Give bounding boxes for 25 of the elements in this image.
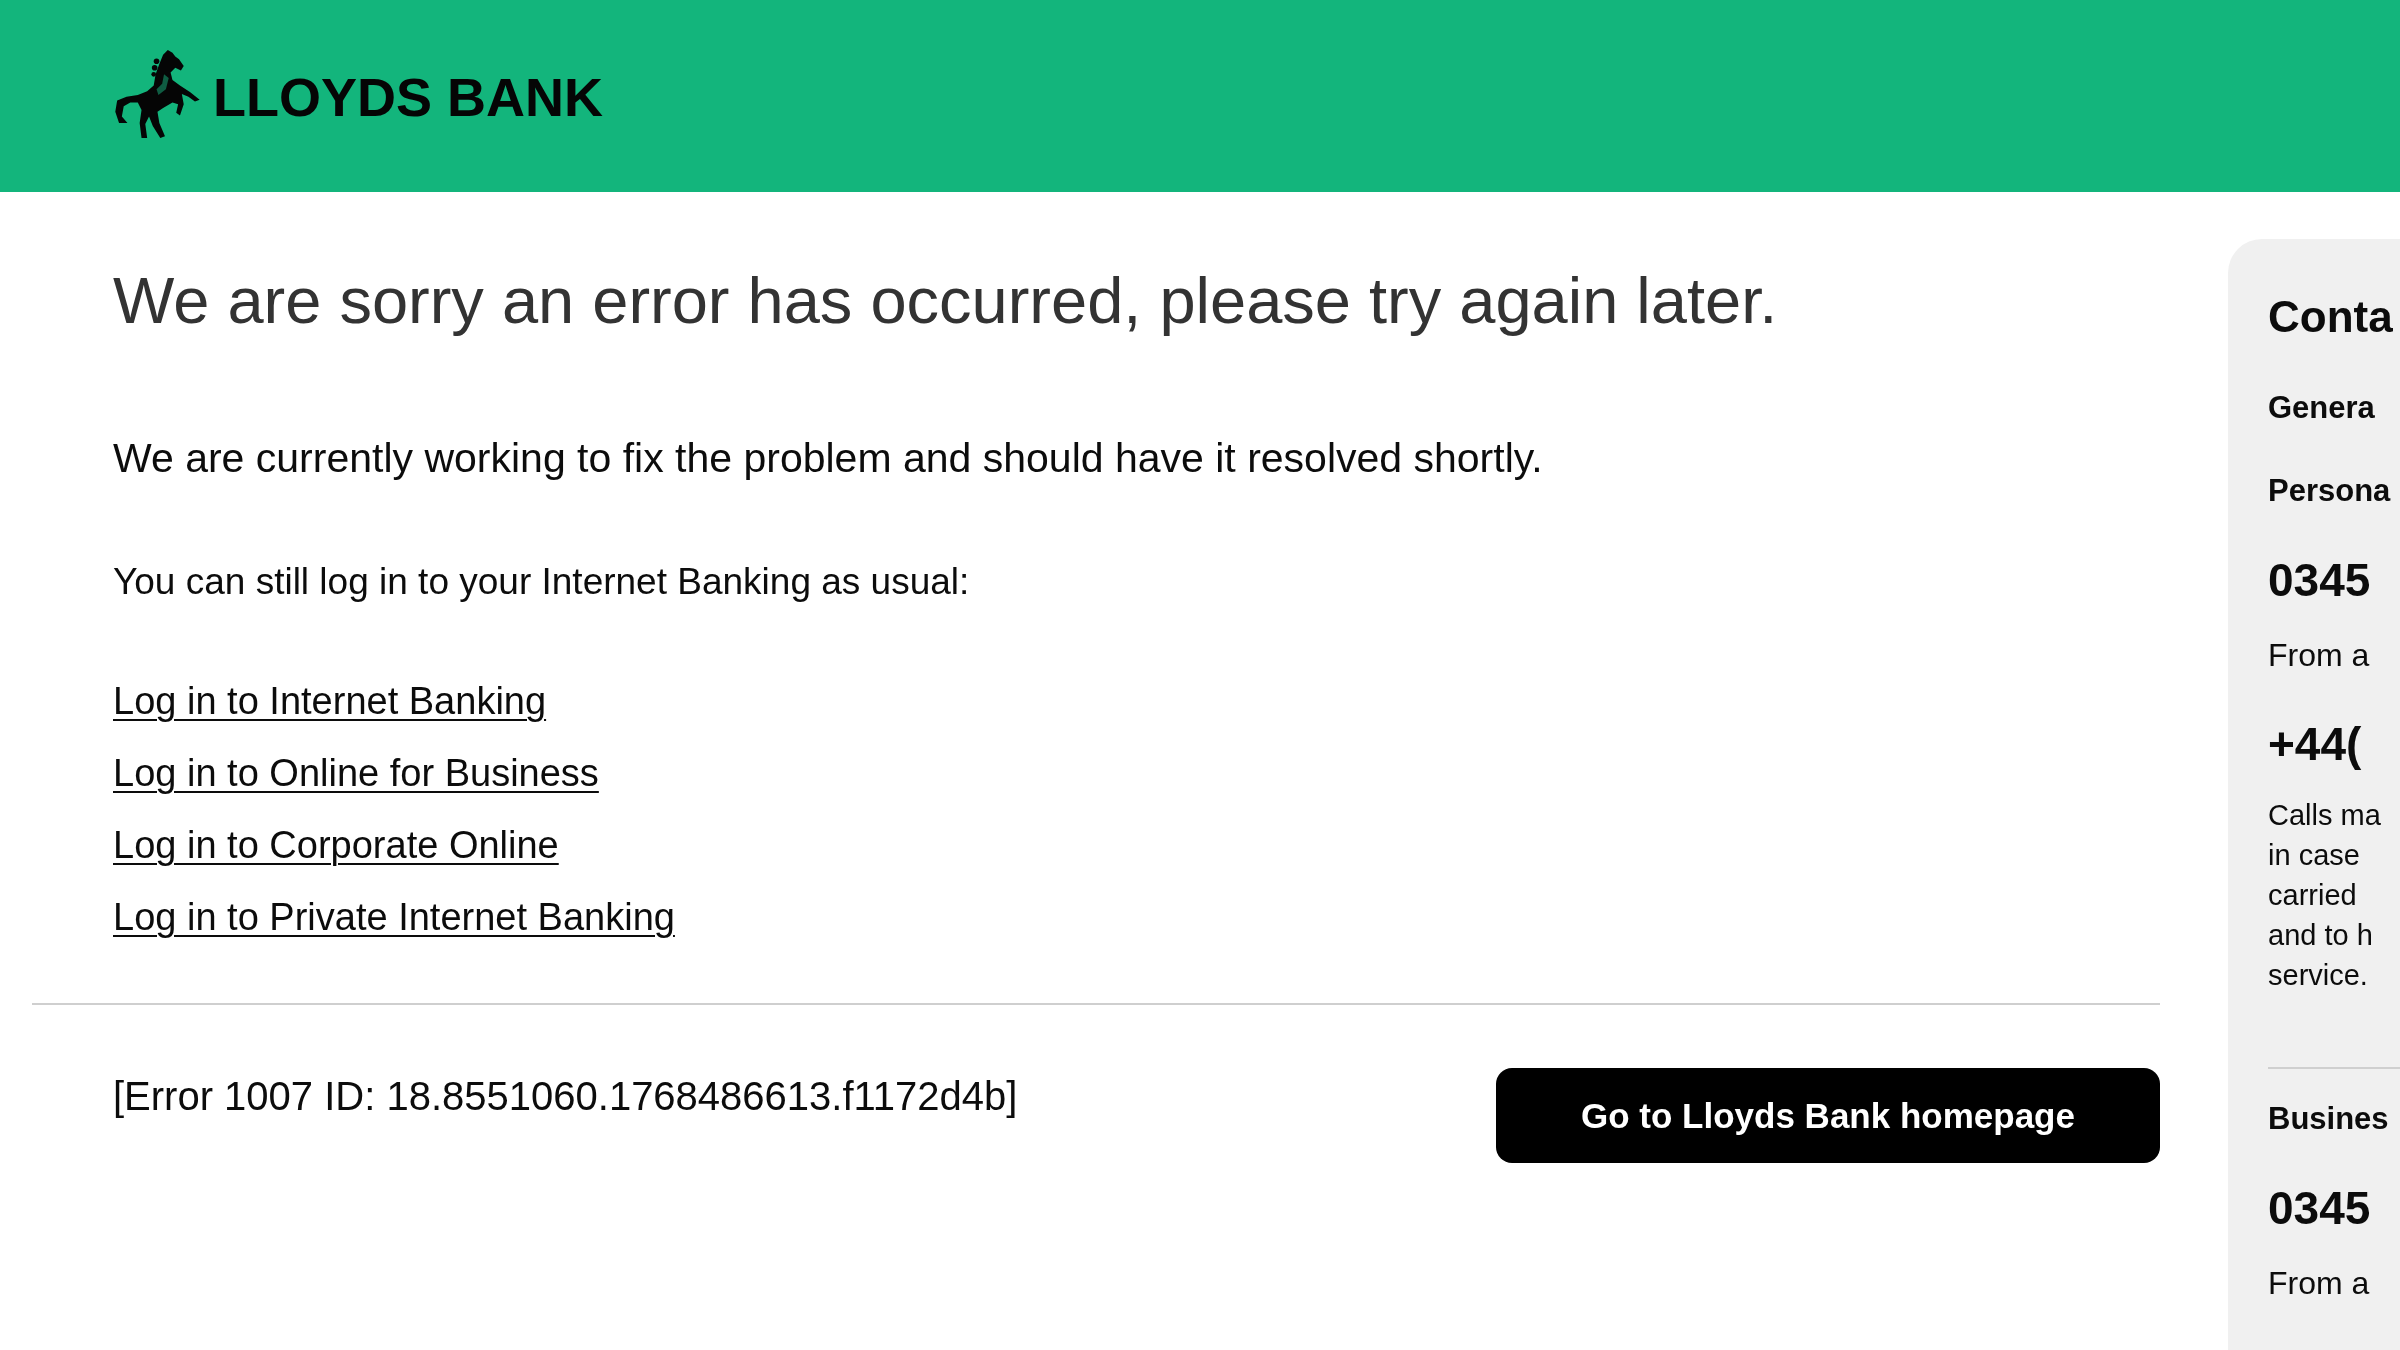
- phone-number: 0345: [2268, 1181, 2371, 1236]
- login-intro-text: You can still log in to your Internet Banking as usual:: [113, 560, 971, 604]
- phone-number: 0345: [2268, 553, 2371, 608]
- contact-text: From a: [2268, 1264, 2370, 1303]
- panel-title: Conta: [2268, 291, 2393, 343]
- contact-label: Persona: [2268, 472, 2391, 510]
- contact-label: Genera: [2268, 389, 2375, 427]
- note-text: and to h: [2268, 918, 2373, 953]
- phone-number: +44(: [2268, 717, 2362, 772]
- homepage-button[interactable]: Go to Lloyds Bank homepage: [1496, 1068, 2160, 1163]
- note-text: in case: [2268, 838, 2360, 873]
- contact-label: Busines: [2268, 1100, 2389, 1138]
- error-heading: We are sorry an error has occurred, please try again later.: [113, 263, 1779, 339]
- logo-text: LLOYDS BANK: [213, 67, 603, 127]
- contact-text: From a: [2268, 636, 2370, 675]
- horse-icon: [113, 49, 201, 139]
- note-text: carried: [2268, 878, 2357, 913]
- login-link[interactable]: Log in to Online for Business: [113, 750, 599, 796]
- login-link[interactable]: Log in to Private Internet Banking: [113, 894, 675, 940]
- message-text: We are currently working to fix the problem and should have it resolved shortly.: [113, 434, 1544, 482]
- login-link[interactable]: Log in to Internet Banking: [113, 678, 547, 724]
- note-text: Calls ma: [2268, 798, 2381, 833]
- note-text: service.: [2268, 958, 2368, 993]
- login-link[interactable]: Log in to Corporate Online: [113, 822, 559, 868]
- error-reference-text: [Error 1007 ID: 18.8551060.1768486613.f1172d4b]: [113, 1073, 1018, 1120]
